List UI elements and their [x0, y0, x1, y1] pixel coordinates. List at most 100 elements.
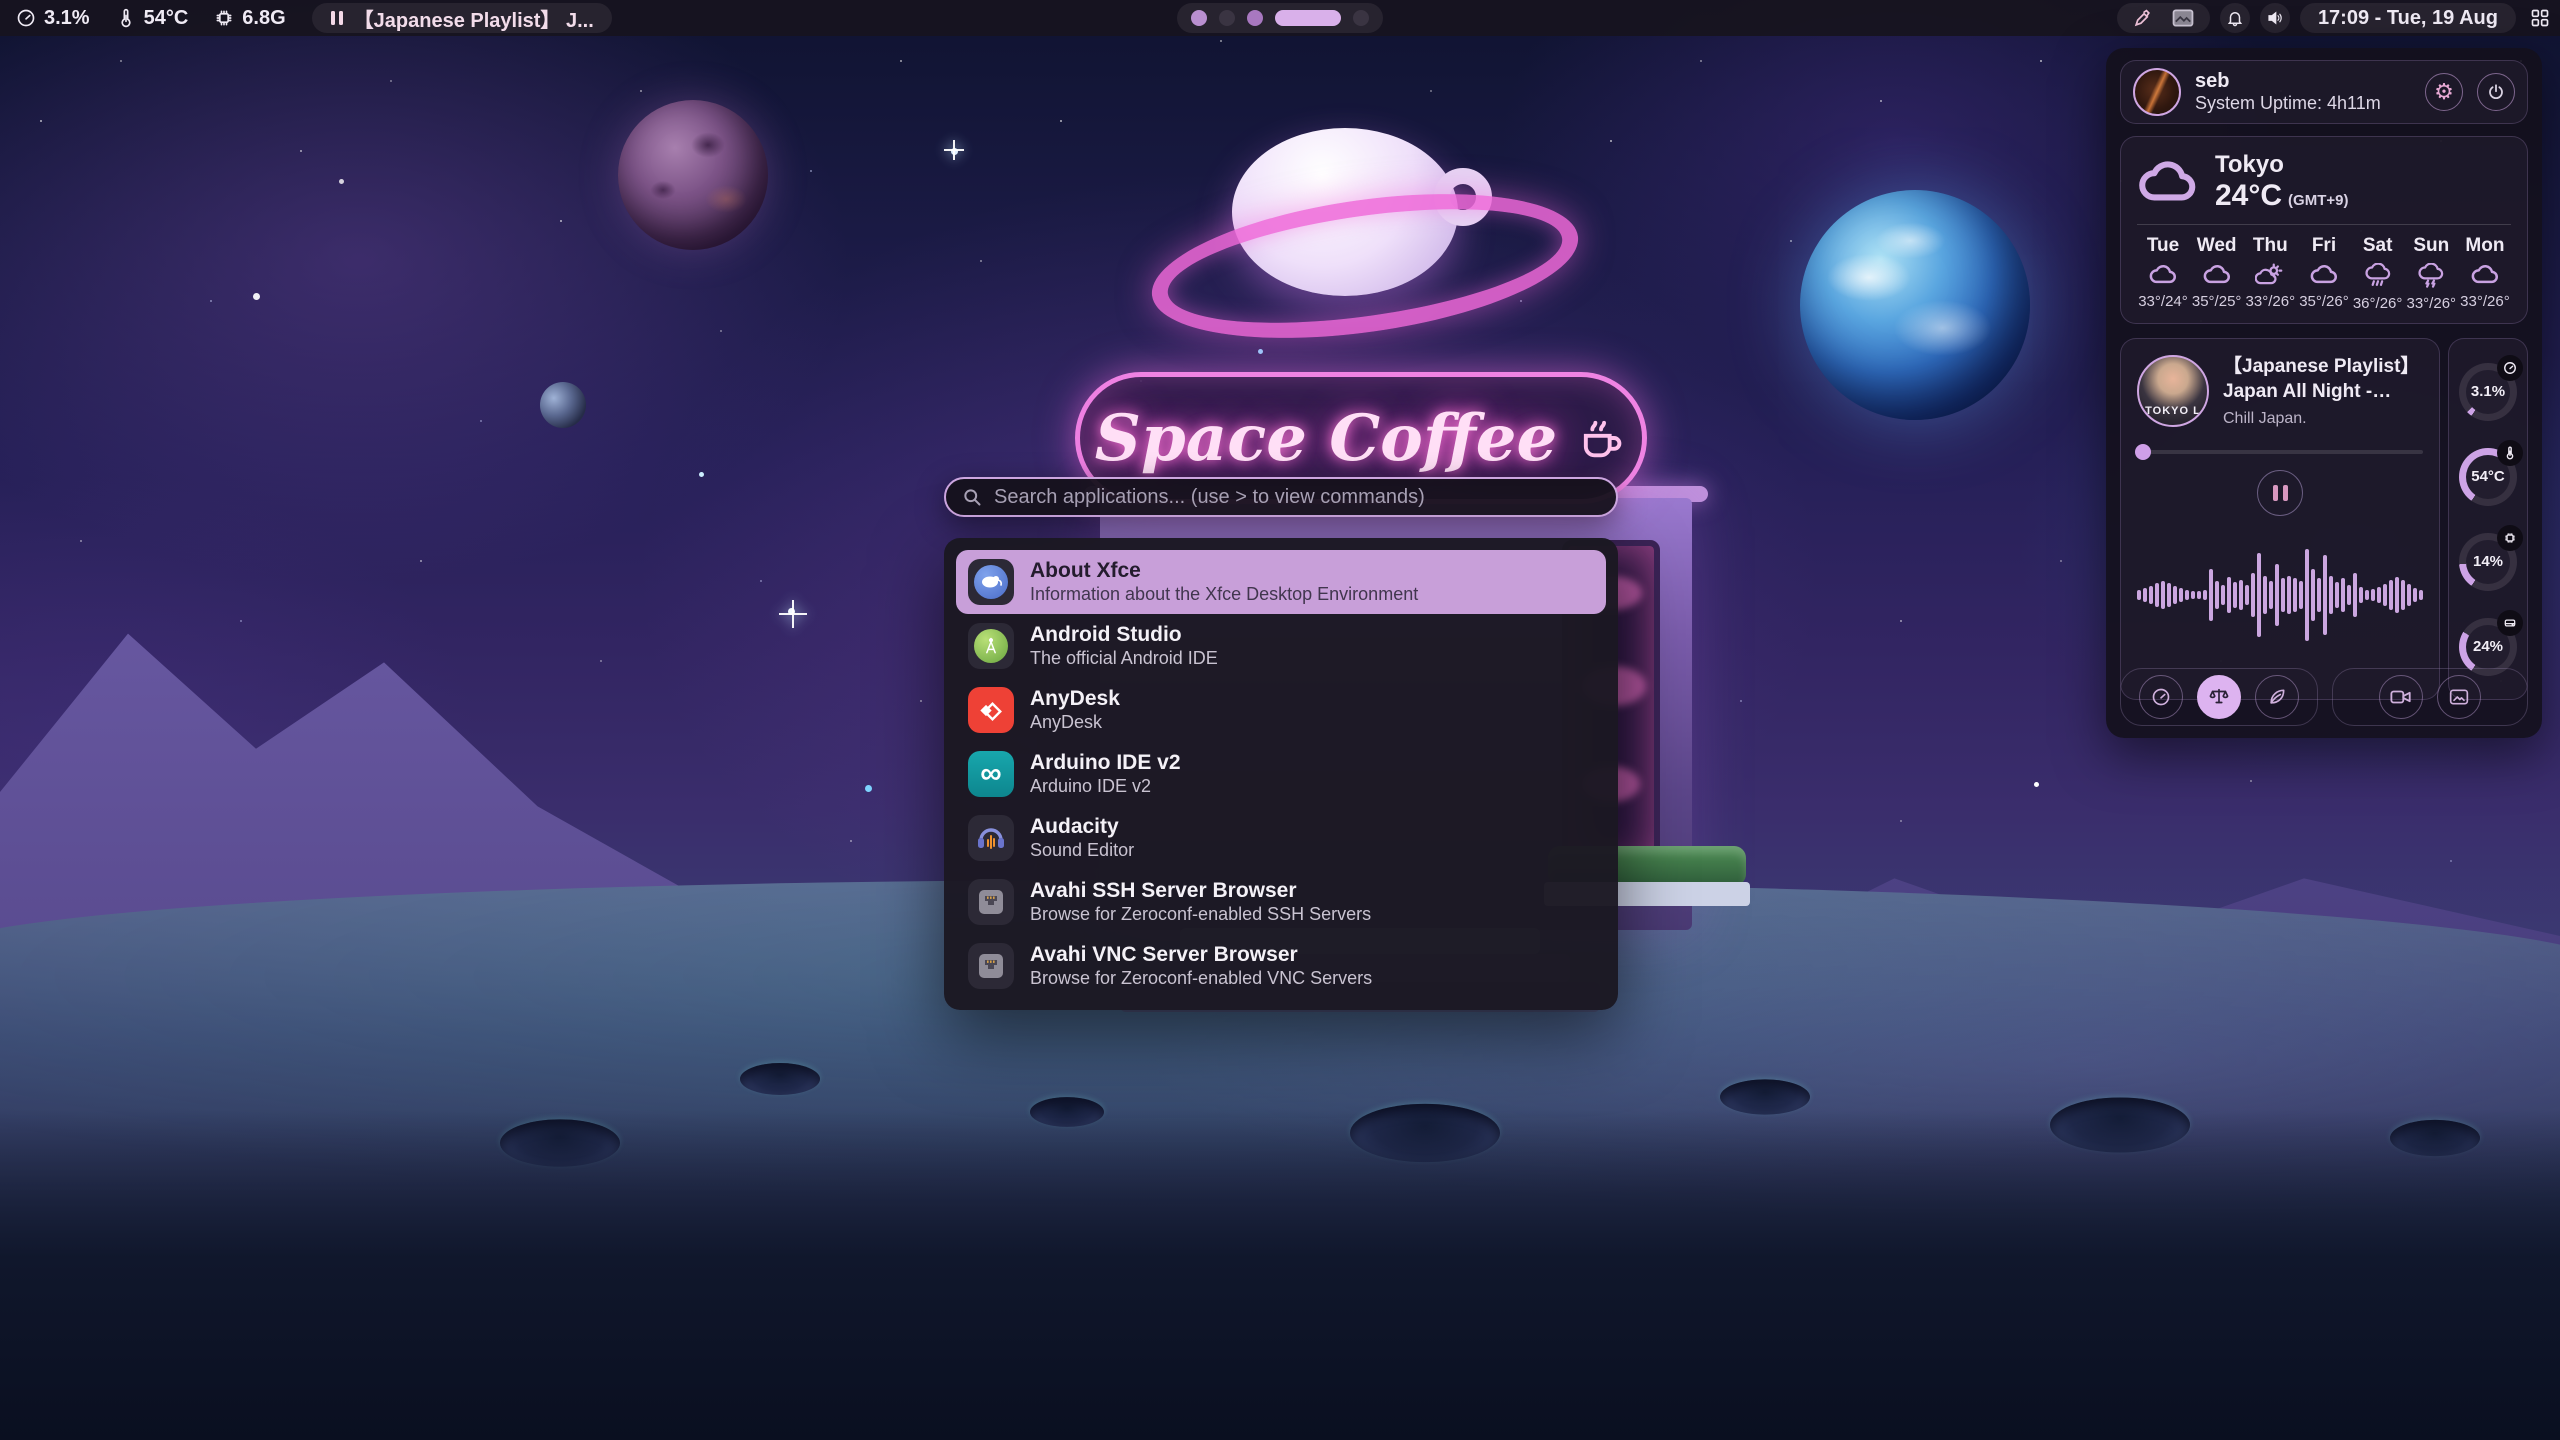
workspace-dot-1[interactable]: [1191, 10, 1207, 26]
music-player-card: TOKYO L 【Japanese Playlist】 Japan All Ni…: [2120, 338, 2440, 700]
divider: [2137, 224, 2511, 225]
volume-button[interactable]: [2260, 3, 2290, 33]
anydesk-icon: [968, 687, 1014, 733]
gauge-cpu: 3.1%: [2459, 363, 2517, 421]
leaf-icon: [2267, 687, 2287, 707]
balanced-profile-button[interactable]: [2197, 675, 2241, 719]
video-camera-icon: [2390, 688, 2412, 706]
disk-icon: [2497, 610, 2523, 636]
launcher-item-avahi-ssh[interactable]: Avahi SSH Server Browser Browse for Zero…: [956, 870, 1606, 934]
launcher-item-subtitle: Sound Editor: [1030, 840, 1134, 862]
rain-cloud-icon: [2363, 263, 2393, 289]
track-progress-bar[interactable]: [2137, 450, 2423, 454]
thermometer-icon: [2497, 440, 2523, 466]
launcher-item-avahi-vnc[interactable]: Avahi VNC Server Browser Browse for Zero…: [956, 934, 1606, 998]
launcher-item-title: Avahi SSH Server Browser: [1030, 878, 1371, 904]
gauge-value: 24%: [2473, 638, 2503, 655]
workspace-dot-2[interactable]: [1219, 10, 1235, 26]
clock-text: 17:09 - Tue, 19 Aug: [2318, 7, 2498, 30]
app-grid-icon[interactable]: [2530, 8, 2550, 28]
gear-icon: ⚙: [2434, 79, 2454, 105]
scales-icon: [2208, 686, 2230, 708]
track-artist: Chill Japan.: [2223, 410, 2423, 428]
launcher-item-subtitle: AnyDesk: [1030, 712, 1120, 734]
screenshot-button[interactable]: [2437, 675, 2481, 719]
now-playing-pill[interactable]: 【Japanese Playlist】 J...: [312, 3, 612, 33]
launcher-item-android-studio[interactable]: Android Studio The official Android IDE: [956, 614, 1606, 678]
weather-card: Tokyo 24°C (GMT+9) Tue 33°/24° Wed: [2120, 136, 2528, 324]
power-profile-group: [2120, 668, 2318, 726]
workspace-dot-3[interactable]: [1247, 10, 1263, 26]
saturn-ring: [1143, 171, 1587, 362]
temperature-value: 54°C: [144, 7, 189, 30]
performance-profile-button[interactable]: [2139, 675, 2183, 719]
album-art[interactable]: TOKYO L: [2137, 355, 2209, 427]
gauge-value: 3.1%: [2471, 383, 2505, 400]
launcher-item-subtitle: Browse for Zeroconf-enabled SSH Servers: [1030, 904, 1371, 926]
gauge-value: 14%: [2473, 553, 2503, 570]
forecast-day: Mon 33°/26°: [2459, 235, 2511, 312]
launcher-item-audacity[interactable]: Audacity Sound Editor: [956, 806, 1606, 870]
coffee-cup-icon: [1575, 412, 1627, 464]
clock-pill[interactable]: 17:09 - Tue, 19 Aug: [2300, 3, 2516, 33]
cloud-icon: [2470, 263, 2500, 287]
pause-icon: [330, 10, 344, 26]
forecast-day: Sun 33°/26°: [2405, 235, 2457, 312]
chip-icon: [2497, 525, 2523, 551]
desktop: Space Coffee 3.1%: [0, 0, 2560, 1440]
launcher-item-anydesk[interactable]: AnyDesk AnyDesk: [956, 678, 1606, 742]
network-port-icon: [968, 943, 1014, 989]
gauge-icon: [2151, 687, 2171, 707]
arduino-icon: ∞: [968, 751, 1014, 797]
launcher-item-subtitle: Browse for Zeroconf-enabled VNC Servers: [1030, 968, 1372, 990]
color-picker-icon[interactable]: [2133, 9, 2152, 28]
launcher-item-about-xfce[interactable]: About Xfce Information about the Xfce De…: [956, 550, 1606, 614]
album-art-text: TOKYO L: [2139, 405, 2207, 417]
cloud-icon: [2148, 263, 2178, 287]
screenshot-icon: [2449, 688, 2469, 706]
wallpaper-icon[interactable]: [2172, 9, 2194, 27]
cpu-usage-stat[interactable]: 3.1%: [16, 7, 90, 30]
settings-button[interactable]: ⚙: [2425, 73, 2463, 111]
notifications-bell[interactable]: [2220, 3, 2250, 33]
launcher-item-subtitle: Information about the Xfce Desktop Envir…: [1030, 584, 1418, 606]
search-icon: [962, 487, 982, 507]
network-port-icon: [968, 879, 1014, 925]
weather-temp: 24°C: [2215, 179, 2282, 212]
xfce-mouse-icon: [968, 559, 1014, 605]
gauge-icon: [2497, 355, 2523, 381]
workspace-dot-5[interactable]: [1353, 10, 1369, 26]
forecast-day: Wed 35°/25°: [2191, 235, 2243, 312]
storm-cloud-icon: [2416, 263, 2446, 289]
sun-cloud-icon: [2255, 263, 2285, 287]
launcher-results: About Xfce Information about the Xfce De…: [944, 538, 1618, 1010]
progress-knob[interactable]: [2135, 444, 2151, 460]
workspace-active-pill[interactable]: [1275, 10, 1341, 26]
waveform: [2137, 530, 2423, 660]
gauge-disk: 24%: [2459, 618, 2517, 676]
weather-city: Tokyo: [2215, 151, 2348, 179]
search-input[interactable]: [994, 486, 1600, 509]
play-pause-button[interactable]: [2257, 470, 2303, 516]
avatar[interactable]: [2133, 68, 2181, 116]
memory-stat[interactable]: 6.8G: [214, 7, 285, 30]
launcher-item-title: AnyDesk: [1030, 686, 1120, 712]
user-name: seb: [2195, 69, 2411, 93]
speaker-icon: [2266, 9, 2284, 27]
cloud-icon: [2309, 263, 2339, 287]
power-icon: [2487, 83, 2505, 101]
workspace-switcher: [1177, 3, 1383, 33]
launcher-item-subtitle: Arduino IDE v2: [1030, 776, 1181, 798]
launcher-item-arduino[interactable]: ∞ Arduino IDE v2 Arduino IDE v2: [956, 742, 1606, 806]
gauge-value: 54°C: [2471, 468, 2505, 485]
powersave-profile-button[interactable]: [2255, 675, 2299, 719]
screen-record-button[interactable]: [2379, 675, 2423, 719]
temperature-stat[interactable]: 54°C: [116, 7, 189, 30]
forecast-day: Sat 36°/26°: [2352, 235, 2404, 312]
bell-icon: [2226, 9, 2244, 27]
user-card: seb System Uptime: 4h11m ⚙: [2120, 60, 2528, 124]
launcher-item-title: Arduino IDE v2: [1030, 750, 1181, 776]
power-button[interactable]: [2477, 73, 2515, 111]
android-studio-icon: [968, 623, 1014, 669]
now-playing-text: 【Japanese Playlist】 J...: [354, 4, 594, 33]
